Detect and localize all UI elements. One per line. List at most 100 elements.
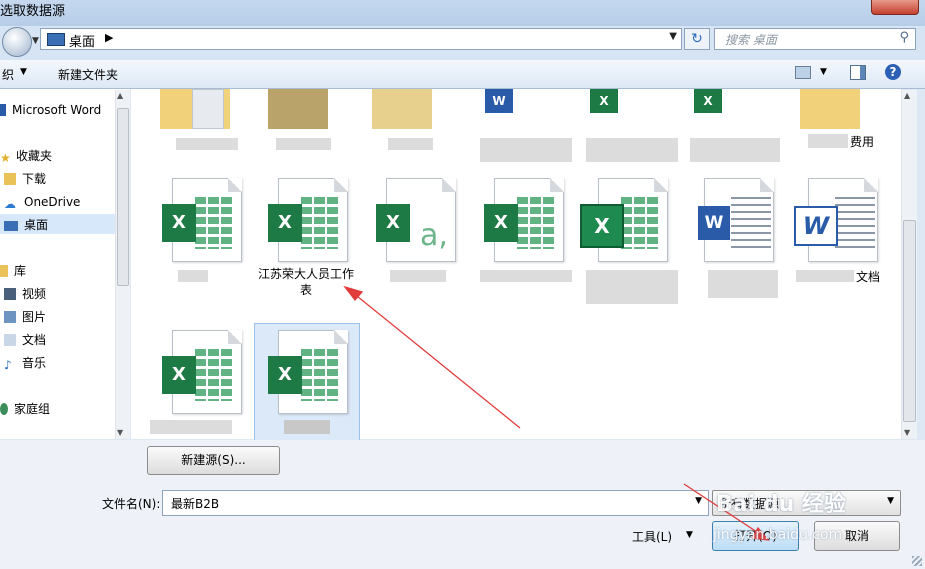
help-icon[interactable]: ? bbox=[885, 64, 901, 80]
folder-icon[interactable] bbox=[268, 89, 328, 129]
blurred-label bbox=[586, 138, 678, 162]
file-item-jiangsu-staff-sheet[interactable]: X 江苏荣大人员工作表 bbox=[256, 178, 356, 297]
filename-dropdown-icon[interactable]: ▼ bbox=[695, 496, 702, 506]
excel-icon[interactable]: X bbox=[694, 89, 722, 113]
folder-icon[interactable] bbox=[800, 89, 860, 129]
excel-icon: X bbox=[580, 204, 624, 248]
watermark-logo: Bai du 经验 bbox=[716, 492, 846, 517]
recent-locations-dropdown[interactable]: ▼ bbox=[32, 36, 39, 46]
blurred-label bbox=[808, 134, 848, 148]
file-item-excel-access[interactable]: X a, bbox=[364, 178, 464, 288]
file-scroll-down-icon[interactable]: ▼ bbox=[904, 428, 910, 437]
access-letter-icon: a, bbox=[420, 218, 448, 253]
address-dropdown-icon[interactable]: ▼ bbox=[669, 31, 677, 42]
blurred-label bbox=[276, 138, 331, 150]
resize-grip[interactable] bbox=[912, 556, 922, 566]
file-item-excel[interactable]: X bbox=[150, 330, 250, 440]
folder-icon[interactable] bbox=[372, 89, 432, 129]
back-button[interactable] bbox=[2, 27, 32, 57]
organize-button[interactable]: 织 bbox=[2, 66, 14, 83]
search-placeholder: 搜索 桌面 bbox=[725, 33, 777, 47]
excel-icon: X bbox=[376, 204, 410, 242]
video-icon bbox=[4, 288, 16, 300]
nav-scroll-down-icon[interactable]: ▼ bbox=[117, 428, 123, 437]
tools-dropdown-icon[interactable]: ▼ bbox=[686, 530, 693, 540]
preview-pane-icon[interactable] bbox=[850, 65, 866, 80]
file-item-word-legacy[interactable]: W 文档 bbox=[786, 178, 886, 288]
blurred-label bbox=[480, 138, 572, 162]
word-icon: W bbox=[794, 206, 838, 246]
homegroup-icon bbox=[0, 403, 8, 415]
filetype-dropdown-icon[interactable]: ▼ bbox=[887, 496, 894, 506]
document-icon bbox=[4, 334, 16, 346]
excel-icon[interactable]: X bbox=[590, 89, 618, 113]
new-source-button[interactable]: 新建源(S)... bbox=[147, 446, 280, 475]
nav-item-videos[interactable]: 视频 bbox=[4, 284, 46, 304]
search-icon[interactable]: ⚲ bbox=[899, 30, 909, 45]
file-item-excel[interactable]: X bbox=[150, 178, 250, 288]
filename-label: 文件名(N): bbox=[102, 497, 161, 511]
blurred-label bbox=[390, 270, 446, 282]
file-item-excel[interactable]: X bbox=[472, 178, 572, 288]
library-icon bbox=[0, 265, 8, 277]
view-dropdown-icon[interactable]: ▼ bbox=[820, 67, 827, 77]
file-scroll-up-icon[interactable]: ▲ bbox=[904, 91, 910, 100]
change-view-icon[interactable] bbox=[795, 66, 811, 79]
blurred-label bbox=[176, 138, 238, 150]
nav-item-onedrive[interactable]: ☁ OneDrive bbox=[4, 192, 80, 212]
file-label: 文档 bbox=[856, 270, 881, 284]
organize-dropdown-icon[interactable]: ▼ bbox=[20, 67, 27, 77]
blurred-label bbox=[690, 138, 780, 162]
nav-item-favorites[interactable]: ★ 收藏夹 bbox=[0, 146, 52, 166]
blurred-label bbox=[796, 270, 854, 282]
excel-icon: X bbox=[162, 204, 196, 242]
address-bar[interactable]: 桌面 ▶ ▼ bbox=[40, 28, 682, 50]
nav-scrollbar-thumb[interactable] bbox=[117, 108, 129, 286]
blurred-label bbox=[388, 138, 433, 150]
file-item-excel-selected[interactable]: X bbox=[256, 330, 356, 440]
desktop-icon bbox=[47, 33, 65, 46]
watermark-url: jingyan.baidu.com bbox=[713, 527, 843, 543]
tools-button[interactable]: 工具(L) bbox=[632, 528, 672, 545]
word-icon bbox=[0, 104, 6, 116]
nav-scroll-up-icon[interactable]: ▲ bbox=[117, 91, 123, 100]
command-toolbar bbox=[0, 60, 925, 89]
excel-icon: X bbox=[484, 204, 518, 242]
search-input[interactable]: 搜索 桌面 ⚲ bbox=[714, 28, 916, 50]
excel-icon: X bbox=[162, 356, 196, 394]
blurred-label bbox=[284, 420, 330, 434]
new-folder-button[interactable]: 新建文件夹 bbox=[58, 66, 118, 83]
nav-item-pictures[interactable]: 图片 bbox=[4, 307, 46, 327]
nav-item-downloads[interactable]: 下载 bbox=[4, 169, 46, 189]
title-bar bbox=[0, 0, 925, 26]
blurred-label bbox=[480, 270, 572, 282]
download-folder-icon bbox=[4, 173, 16, 185]
cloud-icon: ☁ bbox=[4, 197, 16, 211]
filename-value: 最新B2B bbox=[171, 497, 220, 511]
folder-preview bbox=[192, 89, 224, 129]
breadcrumb-arrow-icon[interactable]: ▶ bbox=[105, 31, 113, 44]
file-label: 江苏荣大人员工作表 bbox=[257, 267, 354, 297]
refresh-button[interactable]: ↻ bbox=[684, 28, 710, 50]
desktop-icon bbox=[4, 221, 18, 231]
excel-icon: X bbox=[268, 204, 302, 242]
filename-input[interactable]: 最新B2B ▼ bbox=[162, 490, 709, 516]
excel-icon: X bbox=[268, 356, 302, 394]
window-title: 选取数据源 bbox=[0, 4, 66, 19]
file-scrollbar-thumb[interactable] bbox=[903, 220, 916, 422]
word-icon: W bbox=[698, 206, 730, 240]
star-icon: ★ bbox=[0, 151, 11, 165]
nav-item-documents[interactable]: 文档 bbox=[4, 330, 46, 350]
file-item-word[interactable]: W bbox=[682, 178, 782, 298]
file-item-excel-legacy[interactable]: X bbox=[576, 178, 678, 304]
word-icon[interactable]: W bbox=[485, 89, 513, 113]
blurred-label bbox=[708, 270, 778, 298]
nav-item-homegroup[interactable]: 家庭组 bbox=[0, 399, 50, 419]
close-button[interactable] bbox=[871, 0, 919, 15]
nav-item-desktop[interactable]: 桌面 bbox=[4, 215, 48, 235]
nav-item-music[interactable]: ♪ 音乐 bbox=[4, 353, 46, 373]
nav-item-microsoft-word[interactable]: Microsoft Word bbox=[0, 100, 101, 120]
address-location[interactable]: 桌面 bbox=[69, 31, 95, 50]
blurred-label bbox=[586, 270, 678, 304]
nav-item-libraries[interactable]: 库 bbox=[0, 261, 26, 281]
